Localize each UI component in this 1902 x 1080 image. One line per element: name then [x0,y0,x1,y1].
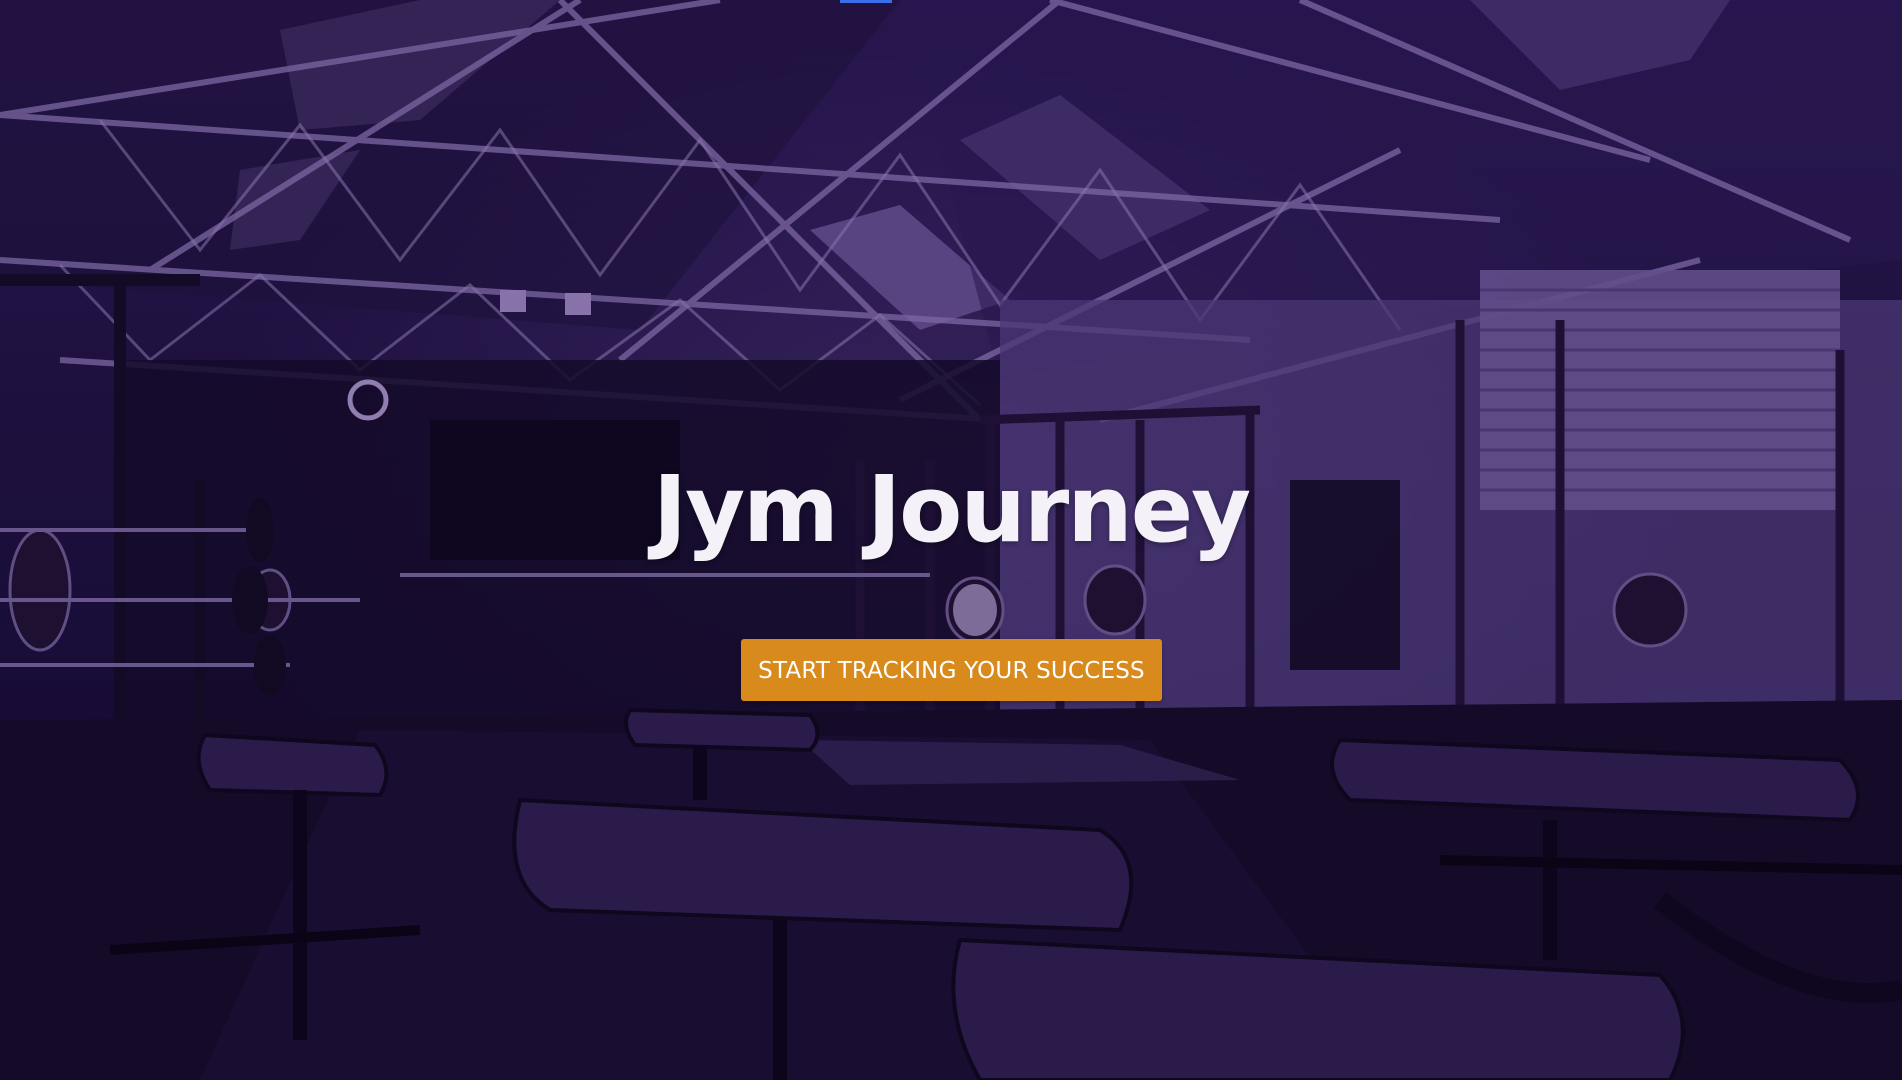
hero-content: Jym Journey START TRACKING YOUR SUCCESS [0,0,1902,1080]
hero-section: Jym Journey START TRACKING YOUR SUCCESS [0,0,1902,1080]
start-tracking-button[interactable]: START TRACKING YOUR SUCCESS [741,639,1162,701]
hero-title: Jym Journey [652,456,1251,563]
